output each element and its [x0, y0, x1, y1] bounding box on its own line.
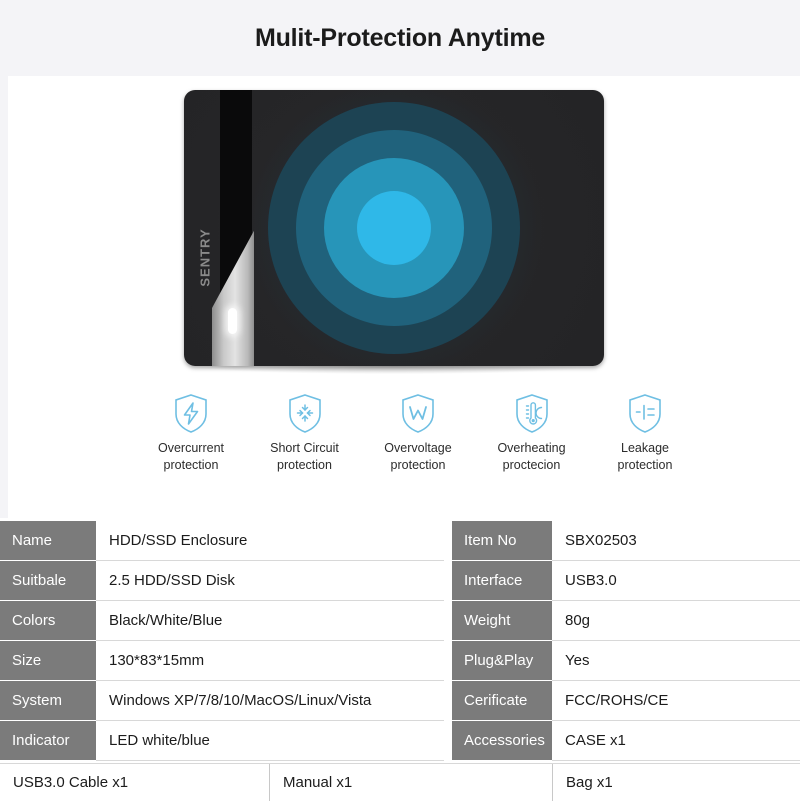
feature-label-line2: protection: [617, 458, 673, 472]
spec-value: Yes: [552, 641, 800, 681]
spec-label: Interface: [452, 561, 552, 601]
spec-label: Size: [0, 641, 96, 681]
table-row: Weight 80g: [452, 601, 800, 641]
feature-label-line2: protection: [390, 458, 446, 472]
spec-label: Suitbale: [0, 561, 96, 601]
header-banner: Mulit-Protection Anytime: [0, 0, 800, 76]
spec-value: USB3.0: [552, 561, 800, 601]
spec-value: CASE x1: [552, 721, 800, 761]
specifications-area: Name HDD/SSD Enclosure Suitbale 2.5 HDD/…: [0, 518, 800, 800]
spec-value: SBX02503: [552, 521, 800, 561]
spec-label: Colors: [0, 601, 96, 641]
spec-label: System: [0, 681, 96, 721]
product-image: SENTRY: [184, 90, 604, 374]
feature-label: Overheating proctecion: [479, 440, 585, 474]
table-row: Interface USB3.0: [452, 561, 800, 601]
table-row: Colors Black/White/Blue: [0, 601, 444, 641]
shield-leakage-icon: [625, 392, 665, 434]
table-row: System Windows XP/7/8/10/MacOS/Linux/Vis…: [0, 681, 444, 721]
table-row: Plug&Play Yes: [452, 641, 800, 681]
table-row: Size 130*83*15mm: [0, 641, 444, 681]
spec-label: Weight: [452, 601, 552, 641]
feature-overvoltage: Overvoltage protection: [365, 392, 471, 474]
spec-value: 130*83*15mm: [96, 641, 444, 681]
table-row: Name HDD/SSD Enclosure: [0, 521, 444, 561]
feature-leakage: Leakage protection: [592, 392, 698, 474]
spec-value: 80g: [552, 601, 800, 641]
page-title: Mulit-Protection Anytime: [254, 23, 546, 52]
device-body: SENTRY: [184, 90, 604, 366]
spec-label: Accessories: [452, 721, 552, 761]
feature-label-line2: protection: [277, 458, 332, 472]
feature-label: Leakage protection: [592, 440, 698, 474]
table-row: Suitbale 2.5 HDD/SSD Disk: [0, 561, 444, 601]
shield-thermometer-icon: [512, 392, 552, 434]
led-indicator-icon: [228, 308, 237, 334]
feature-label-line2: protection: [163, 458, 219, 472]
feature-label-line1: Short Circuit: [270, 441, 339, 455]
spec-value: 2.5 HDD/SSD Disk: [96, 561, 444, 601]
spec-label: Item No: [452, 521, 552, 561]
feature-label-line1: Leakage: [621, 441, 669, 455]
glow-ring-core: [357, 191, 431, 265]
table-row: Cerificate FCC/ROHS/CE: [452, 681, 800, 721]
spec-table-right: Item No SBX02503 Interface USB3.0 Weight…: [452, 521, 800, 761]
spec-value: FCC/ROHS/CE: [552, 681, 800, 721]
feature-label: Short Circuit protection: [252, 440, 358, 474]
spec-label: Plug&Play: [452, 641, 552, 681]
feature-short-circuit: Short Circuit protection: [252, 392, 358, 474]
spec-label: Cerificate: [452, 681, 552, 721]
spec-value: LED white/blue: [96, 721, 444, 761]
accessories-row: USB3.0 Cable x1 Manual x1 Bag x1: [0, 763, 800, 801]
shield-short-circuit-icon: [285, 392, 325, 434]
table-row: Item No SBX02503: [452, 521, 800, 561]
feature-label-line1: Overvoltage: [384, 441, 452, 455]
shield-voltage-w-icon: [398, 392, 438, 434]
feature-label-line1: Overcurrent: [158, 441, 224, 455]
feature-label: Overcurrent protection: [138, 440, 244, 474]
spec-value: Windows XP/7/8/10/MacOS/Linux/Vista: [96, 681, 444, 721]
spec-value: HDD/SSD Enclosure: [96, 521, 444, 561]
feature-overheating: Overheating proctecion: [479, 392, 585, 474]
product-card: SENTRY Overcurrent protection Short Circ…: [8, 76, 800, 518]
protection-features-row: Overcurrent protection Short Circuit pro…: [138, 392, 698, 474]
spec-table-left: Name HDD/SSD Enclosure Suitbale 2.5 HDD/…: [0, 521, 444, 761]
device-brand-label: SENTRY: [197, 228, 213, 287]
shield-lightning-icon: [171, 392, 211, 434]
feature-label: Overvoltage protection: [365, 440, 471, 474]
spec-value: Black/White/Blue: [96, 601, 444, 641]
feature-label-line2: proctecion: [502, 458, 561, 472]
table-row: Indicator LED white/blue: [0, 721, 444, 761]
spec-label: Indicator: [0, 721, 96, 761]
accessory-item: Bag x1: [566, 774, 613, 791]
spec-label: Name: [0, 521, 96, 561]
feature-label-line1: Overheating: [497, 441, 566, 455]
feature-overcurrent: Overcurrent protection: [138, 392, 244, 474]
accessory-item: USB3.0 Cable x1: [0, 764, 270, 801]
table-row: Accessories CASE x1: [452, 721, 800, 761]
accessory-item: Manual x1: [270, 764, 553, 801]
